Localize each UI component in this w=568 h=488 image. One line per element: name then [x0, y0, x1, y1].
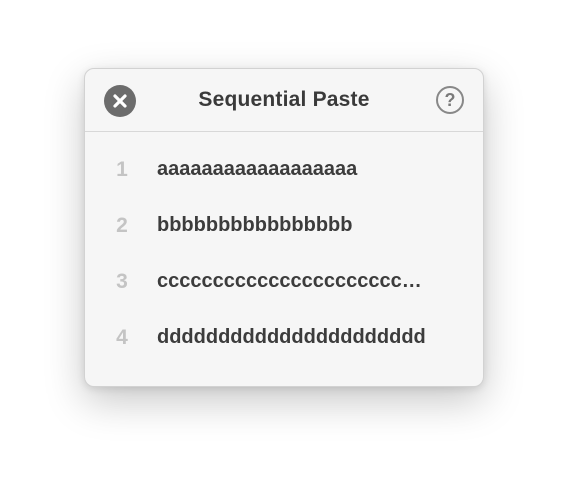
item-text: aaaaaaaaaaaaaaaaaa — [157, 158, 358, 180]
help-button[interactable]: ? — [436, 86, 464, 114]
item-text: cccccccccccccccccccccc… — [157, 270, 422, 292]
item-number: 3 — [116, 270, 128, 293]
item-text: bbbbbbbbbbbbbbbb — [157, 214, 353, 236]
list-item[interactable]: 4 dddddddddddddddddddddd — [85, 317, 483, 357]
item-number: 4 — [116, 326, 128, 349]
sequential-paste-panel: Sequential Paste ? 1 aaaaaaaaaaaaaaaaaa … — [84, 68, 484, 387]
question-icon: ? — [444, 90, 456, 110]
item-number: 2 — [116, 214, 128, 237]
list-item[interactable]: 2 bbbbbbbbbbbbbbbb — [85, 205, 483, 245]
item-number: 1 — [116, 158, 128, 181]
item-text: dddddddddddddddddddddd — [157, 326, 426, 348]
panel-titlebar: Sequential Paste ? — [85, 69, 483, 132]
list-item[interactable]: 1 aaaaaaaaaaaaaaaaaa — [85, 149, 483, 189]
panel-title: Sequential Paste — [198, 88, 370, 111]
list-item[interactable]: 3 cccccccccccccccccccccc… — [85, 261, 483, 301]
